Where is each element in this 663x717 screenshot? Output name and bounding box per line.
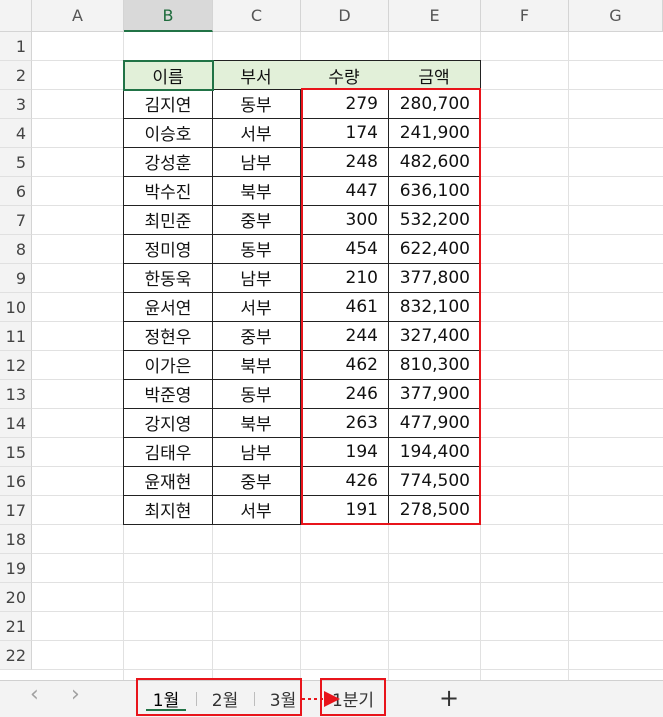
table-cell[interactable]: 남부 [212,263,301,293]
row-header-5[interactable]: 5 [0,148,32,177]
add-sheet-plus-icon[interactable]: + [432,681,466,715]
row-header-21[interactable]: 21 [0,612,32,641]
prev-sheet-arrow-icon[interactable]: ‹ [30,682,39,707]
row-header-22[interactable]: 22 [0,641,32,670]
table-header-cell[interactable]: 부서 [212,60,301,90]
column-header-a[interactable]: A [32,0,124,32]
table-cell[interactable]: 박준영 [123,379,213,409]
table-cell[interactable]: 이가은 [123,350,213,380]
row-header-2[interactable]: 2 [0,61,32,90]
row-header-1[interactable]: 1 [0,32,32,61]
table-cell[interactable]: 서부 [212,118,301,148]
column-header-g[interactable]: G [569,0,663,32]
row-header-18[interactable]: 18 [0,525,32,554]
row-header-3[interactable]: 3 [0,90,32,119]
table-cell[interactable]: 최지현 [123,495,213,525]
column-header-f[interactable]: F [481,0,569,32]
table-header-cell[interactable]: 금액 [388,60,481,90]
table-cell[interactable]: 김태우 [123,437,213,467]
table-cell[interactable]: 동부 [212,89,301,119]
grid-line [32,553,663,554]
row-header-15[interactable]: 15 [0,438,32,467]
table-cell[interactable]: 북부 [212,408,301,438]
row-header-4[interactable]: 4 [0,119,32,148]
grid-line [32,582,663,583]
next-sheet-arrow-icon[interactable]: › [71,682,80,707]
dashed-arrow-icon [302,691,340,707]
select-all-corner[interactable] [0,0,32,32]
spreadsheet-grid[interactable]: ABCDEFG 1 2 3 4 5 6 7 8 9 10 11 12 13 14 15 16 17 18 19 20 2… [0,0,663,680]
table-cell[interactable]: 남부 [212,147,301,177]
table-cell[interactable]: 남부 [212,437,301,467]
table-cell[interactable]: 강지영 [123,408,213,438]
table-cell[interactable]: 김지연 [123,89,213,119]
table-cell[interactable]: 동부 [212,379,301,409]
row-header-14[interactable]: 14 [0,409,32,438]
table-cell[interactable]: 이승호 [123,118,213,148]
table-cell[interactable]: 윤서연 [123,292,213,322]
row-header-13[interactable]: 13 [0,380,32,409]
table-cell[interactable]: 북부 [212,176,301,206]
row-header-11[interactable]: 11 [0,322,32,351]
column-header-b[interactable]: B [124,0,213,32]
table-cell[interactable]: 중부 [212,466,301,496]
table-cell[interactable]: 동부 [212,234,301,264]
grid-line [32,611,663,612]
row-header-7[interactable]: 7 [0,206,32,235]
grid-line [32,669,663,670]
grid-line [32,640,663,641]
highlight-quantity-amount-box [301,88,481,525]
table-cell[interactable]: 강성훈 [123,147,213,177]
table-cell[interactable]: 중부 [212,321,301,351]
table-cell[interactable]: 윤재현 [123,466,213,496]
table-cell[interactable]: 한동욱 [123,263,213,293]
row-header-16[interactable]: 16 [0,467,32,496]
table-cell[interactable]: 정미영 [123,234,213,264]
column-header-e[interactable]: E [389,0,481,32]
table-cell[interactable]: 최민준 [123,205,213,235]
add-sheet-label: + [438,684,460,712]
column-header-d[interactable]: D [301,0,389,32]
row-header-6[interactable]: 6 [0,177,32,206]
table-cell[interactable]: 정현우 [123,321,213,351]
row-header-20[interactable]: 20 [0,583,32,612]
row-header-9[interactable]: 9 [0,264,32,293]
table-cell[interactable]: 북부 [212,350,301,380]
row-header-17[interactable]: 17 [0,496,32,525]
active-cell-cursor [123,60,214,91]
table-cell[interactable]: 서부 [212,292,301,322]
row-header-10[interactable]: 10 [0,293,32,322]
column-header-c[interactable]: C [213,0,301,32]
table-cell[interactable]: 중부 [212,205,301,235]
table-header-cell[interactable]: 수량 [300,60,389,90]
highlight-month-tabs-box [136,678,302,716]
row-header-19[interactable]: 19 [0,554,32,583]
row-header-12[interactable]: 12 [0,351,32,380]
table-cell[interactable]: 박수진 [123,176,213,206]
row-header-8[interactable]: 8 [0,235,32,264]
table-cell[interactable]: 서부 [212,495,301,525]
